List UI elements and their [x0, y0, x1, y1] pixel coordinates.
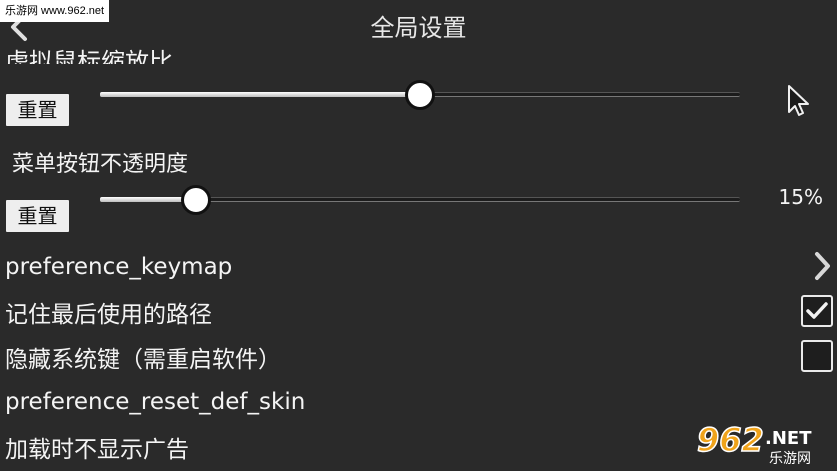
slider-fill — [100, 92, 420, 97]
button-opacity-slider[interactable] — [100, 179, 740, 219]
row-label: 记住最后使用的路径 — [5, 301, 212, 328]
row-label: 隐藏系统键（需重启软件） — [5, 346, 281, 373]
checkmark-icon — [806, 302, 828, 319]
site-logo: 962 .NET 乐游网 — [695, 417, 829, 467]
logo-suffix: .NET — [765, 428, 812, 449]
row-remember-last-path[interactable]: 记住最后使用的路径 — [0, 289, 837, 334]
row-label: preference_keymap — [5, 253, 233, 280]
mouse-scale-reset-button[interactable]: 重置 — [6, 94, 69, 126]
remember-path-checkbox[interactable] — [801, 295, 833, 327]
button-opacity-reset-button[interactable]: 重置 — [6, 200, 69, 232]
button-opacity-value: 15% — [778, 185, 823, 209]
mouse-scale-slider[interactable] — [100, 74, 740, 114]
button-opacity-label: 菜单按钮不透明度 — [12, 152, 189, 177]
logo-caption: 乐游网 — [769, 451, 811, 467]
logo-number: 962 — [697, 421, 764, 459]
slider-thumb[interactable] — [405, 80, 435, 110]
chevron-right-icon — [815, 252, 830, 280]
row-preference-keymap[interactable]: preference_keymap — [0, 244, 837, 289]
hide-system-keys-checkbox[interactable] — [801, 340, 833, 372]
mouse-scale-label: 虚拟鼠标缩放比 — [5, 48, 173, 64]
slider-thumb[interactable] — [181, 185, 211, 215]
row-hide-system-keys[interactable]: 隐藏系统键（需重启软件） — [0, 334, 837, 379]
row-label: 加载时不显示广告 — [5, 436, 189, 463]
row-label: preference_reset_def_skin — [5, 388, 306, 415]
site-watermark: 乐游网 www.962.net — [0, 0, 110, 22]
logo-962-icon: 962 .NET 乐游网 — [696, 420, 812, 467]
mouse-cursor-icon — [788, 85, 809, 116]
